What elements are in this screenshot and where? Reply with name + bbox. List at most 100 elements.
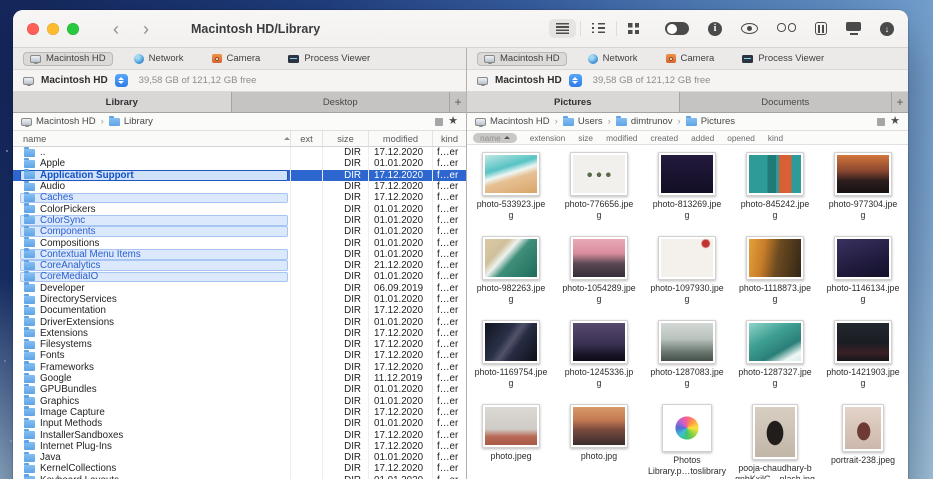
file-item[interactable]: photo-1146134.jpe g [819, 231, 907, 315]
titlebar[interactable]: Macintosh HD/Library [13, 10, 908, 48]
table-row[interactable]: ColorSyncDIR01.01.2020f…er [13, 215, 466, 226]
file-item[interactable]: Photos Library.p…toslibrary [643, 399, 731, 479]
column-header-size[interactable]: size [578, 133, 593, 143]
drive-select-icon[interactable] [115, 74, 128, 87]
info-button[interactable] [708, 22, 722, 36]
back-icon[interactable] [105, 20, 127, 38]
favorite-item-macintosh-hd[interactable]: Macintosh HD [477, 52, 567, 66]
view-square-icon[interactable] [435, 118, 443, 126]
close-button[interactable] [27, 23, 39, 35]
file-item[interactable]: photo-1287327.jpe g [731, 315, 819, 399]
tab-desktop[interactable]: Desktop [232, 92, 451, 112]
table-row[interactable]: Internet Plug-InsDIR17.12.2020f…er [13, 441, 466, 452]
hidden-files-toggle-button[interactable] [665, 22, 689, 35]
table-row[interactable]: CoreMediaIODIR01.01.2020f…er [13, 271, 466, 282]
forward-icon[interactable] [135, 20, 157, 38]
table-row[interactable]: ..DIR17.12.2020f…er [13, 147, 466, 158]
file-item[interactable]: photo-533923.jpe g [467, 147, 555, 231]
file-item[interactable]: photo.jpg [555, 399, 643, 479]
view-brief-list-button[interactable] [585, 19, 612, 38]
favorite-item-macintosh-hd[interactable]: Macintosh HD [23, 52, 113, 66]
file-item[interactable]: photo-813269.jpe g [643, 147, 731, 231]
table-row[interactable]: KernelCollectionsDIR17.12.2020f…er [13, 463, 466, 474]
quick-look-button[interactable] [741, 23, 758, 34]
new-tab-button[interactable]: + [892, 92, 908, 112]
table-row[interactable]: ComponentsDIR01.01.2020f…er [13, 226, 466, 237]
file-item[interactable]: photo-1169754.jpe g [467, 315, 555, 399]
search-button[interactable] [777, 23, 796, 34]
table-row[interactable]: AppleDIR01.01.2020f…er [13, 158, 466, 169]
downloads-button[interactable] [880, 22, 894, 36]
minimize-button[interactable] [47, 23, 59, 35]
table-row[interactable]: DriverExtensionsDIR01.01.2020f…er [13, 316, 466, 327]
table-row[interactable]: FilesystemsDIR17.12.2020f…er [13, 339, 466, 350]
new-tab-button[interactable]: + [450, 92, 466, 112]
favorite-item-camera[interactable]: Camera [659, 52, 722, 66]
table-row[interactable]: GoogleDIR11.12.2019f…er [13, 373, 466, 384]
star-icon[interactable] [890, 116, 900, 127]
table-row[interactable]: Input MethodsDIR01.01.2020f…er [13, 418, 466, 429]
column-header-modified[interactable]: modified [606, 133, 637, 143]
column-header-extension[interactable]: extension [530, 133, 566, 143]
breadcrumb-item[interactable]: Users [563, 116, 603, 127]
table-row[interactable]: ColorPickersDIR01.01.2020f…er [13, 203, 466, 214]
queue-button[interactable] [815, 22, 827, 35]
column-header-modified[interactable]: modified [368, 131, 432, 146]
favorite-item-network[interactable]: Network [581, 52, 645, 66]
file-item[interactable]: photo-1097930.jpe g [643, 231, 731, 315]
favorite-item-network[interactable]: Network [127, 52, 191, 66]
column-header-opened[interactable]: opened [727, 133, 755, 143]
file-item[interactable]: photo-1245336.jp g [555, 315, 643, 399]
zoom-button[interactable] [67, 23, 79, 35]
breadcrumb-item[interactable]: Macintosh HD [21, 116, 96, 127]
file-item[interactable]: photo-1421903.jpe g [819, 315, 907, 399]
column-header-kind[interactable]: kind [432, 131, 466, 146]
table-row[interactable]: CachesDIR17.12.2020f…er [13, 192, 466, 203]
table-row[interactable]: GPUBundlesDIR01.01.2020f…er [13, 384, 466, 395]
file-item[interactable]: photo.jpeg [467, 399, 555, 479]
breadcrumb-item[interactable]: Pictures [686, 116, 735, 127]
breadcrumb-item[interactable]: dimtrunov [616, 116, 673, 127]
column-header-added[interactable]: added [691, 133, 714, 143]
view-full-list-button[interactable] [549, 19, 576, 38]
favorite-item-process-viewer[interactable]: Process Viewer [735, 52, 831, 66]
table-row[interactable]: DirectoryServicesDIR01.01.2020f…er [13, 294, 466, 305]
table-row[interactable]: CompositionsDIR01.01.2020f…er [13, 237, 466, 248]
table-row[interactable]: CoreAnalyticsDIR21.12.2020f…er [13, 260, 466, 271]
file-item[interactable]: pooja-chaudhary-b qnbKxilG…plash.jpg [731, 399, 819, 479]
table-row[interactable]: AudioDIR17.12.2020f…er [13, 181, 466, 192]
table-row[interactable]: FrameworksDIR17.12.2020f…er [13, 362, 466, 373]
column-header-ext[interactable]: ext [290, 131, 322, 146]
file-item[interactable]: photo-776656.jpe g [555, 147, 643, 231]
file-item[interactable]: photo-977304.jpe g [819, 147, 907, 231]
breadcrumb-item[interactable]: Library [109, 116, 153, 127]
table-row[interactable]: Image CaptureDIR17.12.2020f…er [13, 407, 466, 418]
tab-documents[interactable]: Documents [680, 92, 893, 112]
table-row[interactable]: DeveloperDIR06.09.2019f…er [13, 283, 466, 294]
table-row[interactable]: GraphicsDIR01.01.2020f…er [13, 396, 466, 407]
column-header-kind[interactable]: kind [768, 133, 783, 143]
thumbnail-grid[interactable]: photo-533923.jpe gphoto-776656.jpe gphot… [467, 145, 908, 479]
breadcrumb-item[interactable]: Macintosh HD [475, 116, 550, 127]
table-row[interactable]: JavaDIR01.01.2020f…er [13, 452, 466, 463]
column-header-created[interactable]: created [650, 133, 678, 143]
file-item[interactable]: photo-982263.jpe g [467, 231, 555, 315]
star-icon[interactable] [448, 116, 458, 127]
tab-pictures[interactable]: Pictures [467, 92, 680, 112]
table-row[interactable]: Contextual Menu ItemsDIR01.01.2020f…er [13, 249, 466, 260]
table-row[interactable]: FontsDIR17.12.2020f…er [13, 350, 466, 361]
file-item[interactable]: photo-1118873.jpe g [731, 231, 819, 315]
view-square-icon[interactable] [877, 118, 885, 126]
file-list[interactable]: ..DIR17.12.2020f…erAppleDIR01.01.2020f…e… [13, 147, 466, 479]
table-row[interactable]: InstallerSandboxesDIR17.12.2020f…er [13, 429, 466, 440]
column-header-name[interactable]: name [13, 131, 290, 146]
table-row[interactable]: ExtensionsDIR17.12.2020f…er [13, 328, 466, 339]
favorite-item-process-viewer[interactable]: Process Viewer [281, 52, 377, 66]
tab-library[interactable]: Library [13, 92, 232, 112]
table-row[interactable]: DocumentationDIR17.12.2020f…er [13, 305, 466, 316]
column-header-size[interactable]: size [322, 131, 368, 146]
table-row[interactable]: Keyboard LayoutsDIR01.01.2020f…er [13, 475, 466, 479]
column-header-name[interactable]: name [473, 133, 517, 143]
favorite-item-camera[interactable]: Camera [205, 52, 268, 66]
file-item[interactable]: portrait-238.jpeg [819, 399, 907, 479]
